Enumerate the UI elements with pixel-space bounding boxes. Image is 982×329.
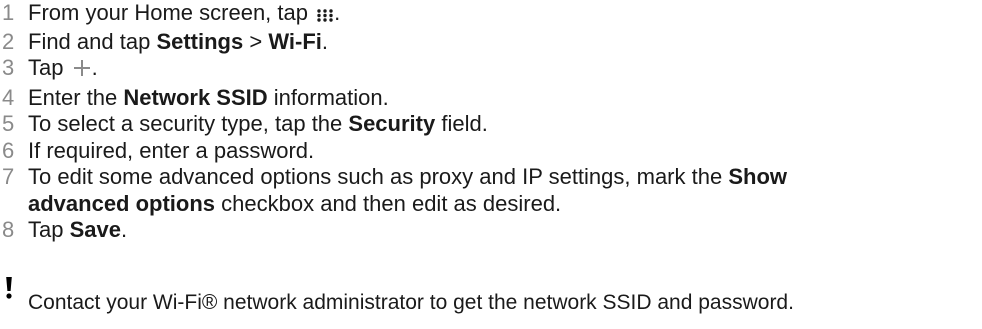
step-text: To edit some advanced options such as pr… [28,164,787,216]
step-number: 8 [2,217,15,242]
step-3: 3 Tap . [0,55,982,85]
step-1: 1 From your Home screen, tap . [0,0,982,29]
save-label: Save [69,217,121,242]
step-4: 4 Enter the Network SSID information. [0,85,982,112]
step-number: 7 [2,164,15,189]
step-number: 2 [2,28,15,54]
settings-label: Settings [156,28,244,54]
step-number: 6 [2,137,15,163]
show-label: Show [728,164,787,189]
step-text: From your Home screen, tap . [28,0,340,25]
step-2: 2 Find and tap Settings > Wi-Fi. [0,29,982,56]
step-text: Tap Save. [28,217,128,242]
step-number: 1 [2,0,15,25]
step-6: 6 If required, enter a password. [0,138,982,165]
apps-grid-icon [316,2,334,29]
network-ssid-label: Network SSID [123,84,268,110]
step-text: Tap . [28,55,98,80]
step-text: To select a security type, tap the Secur… [28,111,488,136]
step-number: 4 [2,84,15,110]
exclamation-icon [4,275,14,308]
steps-list: 1 From your Home screen, tap . 2 Find an… [0,0,982,244]
security-label: Security [348,111,436,136]
step-5: 5 To select a security type, tap the Sec… [0,111,982,138]
step-8: 8 Tap Save. [0,217,982,244]
plus-icon [72,58,92,85]
step-number: 5 [2,111,15,136]
wifi-label: Wi-Fi [268,28,322,54]
advanced-options-label: advanced options [28,190,216,216]
step-7: 7 To edit some advanced options such as … [0,164,982,217]
step-text: If required, enter a password. [28,137,315,163]
step-text: Find and tap Settings > Wi-Fi. [28,28,328,54]
note-text: Contact your Wi-Fi® network administrato… [28,291,794,314]
step-number: 3 [2,55,15,80]
step-text: Enter the Network SSID information. [28,84,389,110]
instruction-document: 1 From your Home screen, tap . 2 Find an… [0,0,982,329]
